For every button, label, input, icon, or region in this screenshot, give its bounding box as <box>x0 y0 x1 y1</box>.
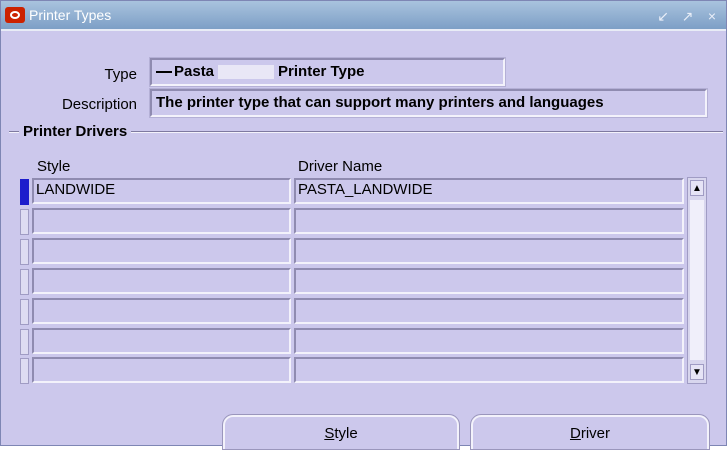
style-cell[interactable] <box>32 208 291 234</box>
row-indicator[interactable] <box>20 358 29 384</box>
title-bar[interactable]: Printer Types ↙ ↗ × <box>1 1 726 31</box>
type-value-prefix: Pasta <box>174 63 215 80</box>
type-label: Type <box>104 66 137 83</box>
description-field[interactable]: The printer type that can support many p… <box>149 88 708 118</box>
row-indicator[interactable] <box>20 329 29 355</box>
drivers-scrollbar[interactable]: ▲ ▼ <box>687 177 707 384</box>
oracle-logo-icon <box>5 7 25 23</box>
row-indicator[interactable] <box>20 239 29 265</box>
type-field[interactable]: Pasta Printer Type <box>149 57 506 87</box>
close-icon[interactable]: × <box>704 7 720 25</box>
style-cell[interactable] <box>32 268 291 294</box>
style-column-header: Style <box>37 158 71 175</box>
driver-name-cell[interactable]: PASTA_LANDWIDE <box>294 178 684 204</box>
driver-name-cell[interactable] <box>294 208 684 234</box>
style-cell[interactable] <box>32 298 291 324</box>
style-button-label: tyle <box>334 425 358 442</box>
style-button[interactable]: Style <box>222 414 460 450</box>
window-controls: ↙ ↗ × <box>651 7 720 25</box>
scroll-down-icon[interactable]: ▼ <box>690 364 704 380</box>
row-indicator[interactable] <box>20 269 29 295</box>
style-cell[interactable] <box>32 238 291 264</box>
driver-name-cell[interactable] <box>294 298 684 324</box>
type-value-suffix: Printer Type <box>278 63 365 80</box>
style-cell[interactable]: LANDWIDE <box>32 178 291 204</box>
style-button-mnemonic: S <box>324 425 335 442</box>
driver-button[interactable]: Driver <box>470 414 710 450</box>
type-dash <box>156 71 172 74</box>
driver-name-cell[interactable] <box>294 357 684 383</box>
driver-button-label: river <box>580 425 610 442</box>
minimize-icon[interactable]: ↙ <box>655 7 671 25</box>
scroll-track[interactable] <box>690 200 704 360</box>
style-cell[interactable] <box>32 328 291 354</box>
redacted-region <box>218 65 275 80</box>
row-indicator-active[interactable] <box>20 179 29 205</box>
driver-name-cell[interactable] <box>294 328 684 354</box>
printer-drivers-section-title: Printer Drivers <box>19 123 132 140</box>
driver-name-cell[interactable] <box>294 268 684 294</box>
driver-button-mnemonic: D <box>569 425 581 442</box>
printer-types-window: Printer Types ↙ ↗ × Type Pasta Printer Ty… <box>0 0 727 450</box>
style-cell[interactable] <box>32 357 291 383</box>
driver-name-column-header: Driver Name <box>298 158 383 175</box>
scroll-up-icon[interactable]: ▲ <box>690 180 704 196</box>
maximize-icon[interactable]: ↗ <box>680 7 696 25</box>
driver-name-cell[interactable] <box>294 238 684 264</box>
description-label: Description <box>61 96 137 113</box>
window-title: Printer Types <box>29 7 112 23</box>
row-indicator[interactable] <box>20 299 29 325</box>
row-indicator[interactable] <box>20 209 29 235</box>
